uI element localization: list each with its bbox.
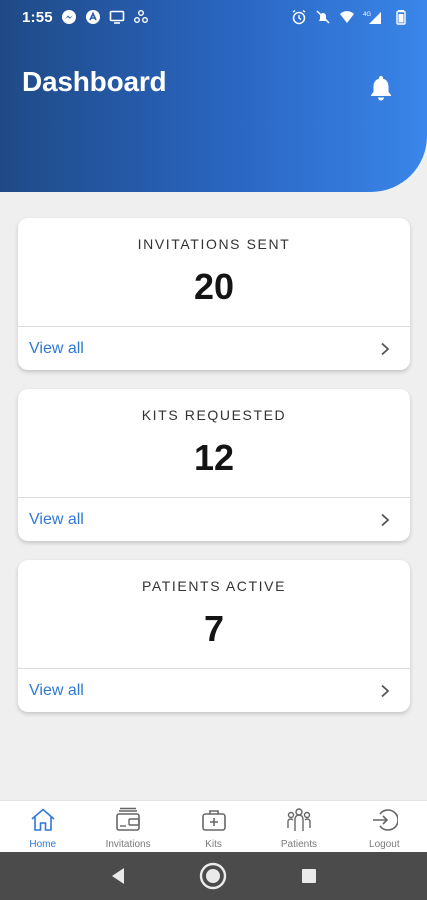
card-title: KITS REQUESTED: [141, 407, 287, 423]
nav-home[interactable]: Home: [0, 801, 85, 852]
people-icon[interactable]: [285, 806, 313, 834]
nav-kits[interactable]: Kits: [171, 801, 256, 852]
recents-icon[interactable]: [292, 859, 326, 893]
card-value: 12: [193, 437, 235, 478]
card-title: INVITATIONS SENT: [137, 236, 291, 252]
home-circle-icon[interactable]: [196, 859, 230, 893]
header: 1:55 4G Dashboard: [0, 0, 427, 192]
medkit-icon[interactable]: [200, 806, 228, 834]
view-all-kits-link[interactable]: View all: [18, 498, 410, 541]
svg-text:4G: 4G: [363, 12, 371, 18]
view-all-label[interactable]: View all: [29, 340, 84, 358]
alarm-icon: [291, 9, 307, 25]
view-all-patients-link[interactable]: View all: [18, 669, 410, 712]
mute-icon: [315, 9, 331, 25]
page-title: Dashboard: [22, 66, 167, 97]
nav-patients[interactable]: Patients: [256, 801, 341, 852]
invitations-sent-card: INVITATIONS SENT 20 View all: [18, 218, 410, 370]
chevron-right-icon[interactable]: [378, 342, 392, 356]
patients-active-card: PATIENTS ACTIVE 7 View all: [18, 560, 410, 712]
nav-label[interactable]: Home: [29, 839, 56, 850]
card-value: 7: [203, 608, 225, 649]
status-bar: 1:55 4G: [0, 0, 427, 34]
view-all-label[interactable]: View all: [29, 511, 84, 529]
bell-icon[interactable]: [368, 74, 394, 102]
messenger-icon: [61, 9, 77, 25]
nav-label[interactable]: Kits: [205, 839, 222, 850]
vpn-icon: [85, 9, 101, 25]
card-title: PATIENTS ACTIVE: [141, 578, 287, 594]
signal-icon: 4G: [363, 9, 385, 25]
nav-label[interactable]: Patients: [281, 839, 317, 850]
battery-icon: [393, 9, 409, 25]
kits-requested-card: KITS REQUESTED 12 View all: [18, 389, 410, 541]
view-all-invitations-link[interactable]: View all: [18, 327, 410, 370]
view-all-label[interactable]: View all: [29, 682, 84, 700]
logout-icon[interactable]: [370, 806, 400, 834]
nav-label[interactable]: Logout: [369, 839, 400, 850]
nav-logout[interactable]: Logout: [342, 801, 427, 852]
screen-icon: [109, 9, 125, 25]
nav-label[interactable]: Invitations: [106, 839, 151, 850]
home-icon[interactable]: [29, 806, 57, 834]
wifi-icon: [339, 9, 355, 25]
system-nav-bar: [0, 852, 427, 900]
app-icon: [133, 9, 149, 25]
status-time: 1:55: [22, 8, 53, 26]
nav-invitations[interactable]: Invitations: [85, 801, 170, 852]
wallet-icon[interactable]: [114, 806, 142, 834]
bottom-nav: Home Invitations Kits Patients Logout: [0, 800, 427, 852]
chevron-right-icon[interactable]: [378, 684, 392, 698]
card-value: 20: [193, 266, 235, 307]
back-icon[interactable]: [101, 859, 135, 893]
chevron-right-icon[interactable]: [378, 513, 392, 527]
